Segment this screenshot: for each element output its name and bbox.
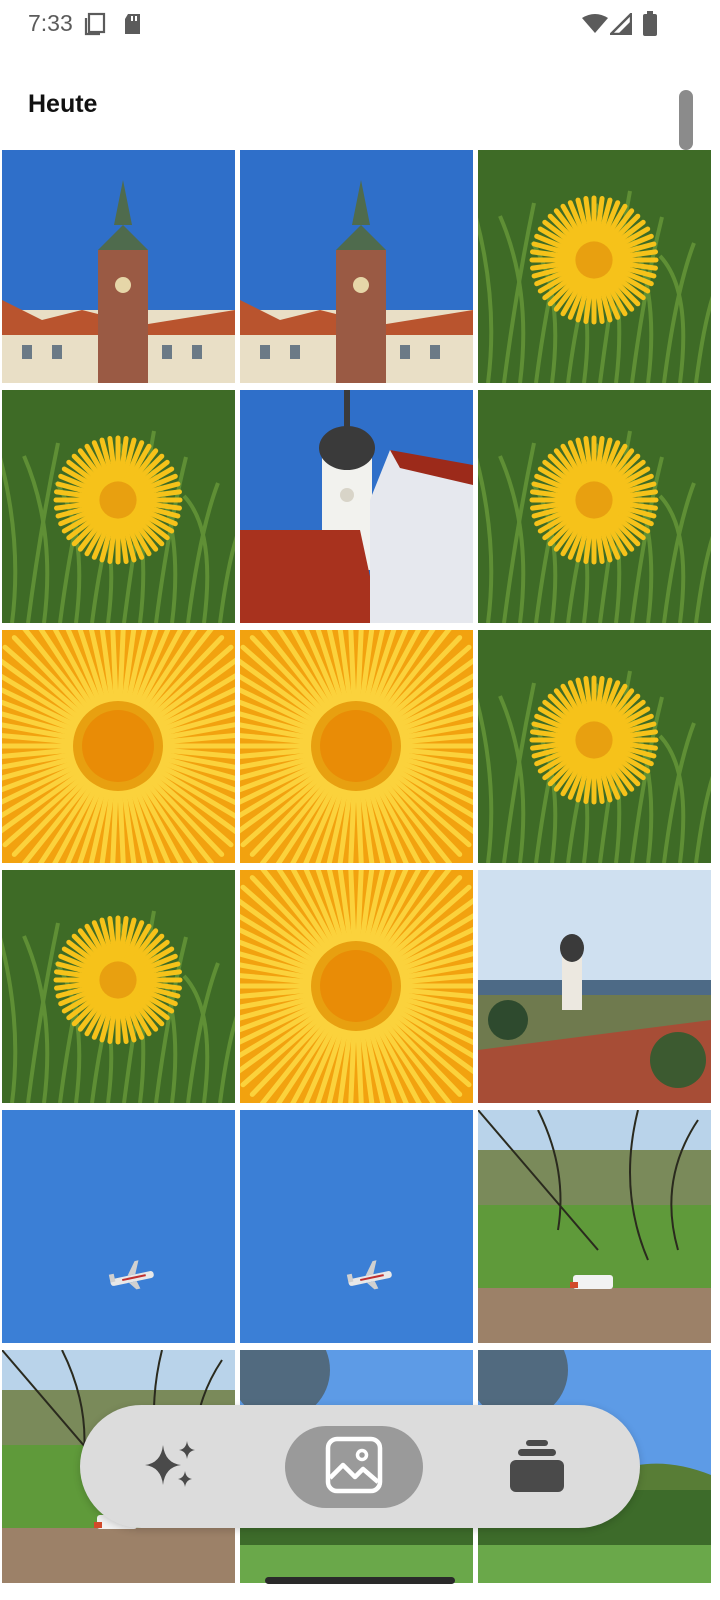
bottom-navigation (80, 1405, 640, 1528)
photo-thumbnail[interactable] (2, 150, 235, 383)
photo-image (2, 870, 235, 1103)
photo-thumbnail[interactable] (240, 870, 473, 1103)
cell-signal-icon (608, 11, 633, 40)
nav-button-photos[interactable] (285, 1426, 423, 1508)
gesture-handle (265, 1577, 455, 1584)
photo-thumbnail[interactable] (2, 630, 235, 863)
photo-thumbnail[interactable] (478, 390, 711, 623)
photo-image (478, 150, 711, 383)
photo-thumbnail[interactable] (2, 870, 235, 1103)
photo-image (2, 390, 235, 623)
photo-thumbnail[interactable] (478, 870, 711, 1103)
sparkles-icon (141, 1437, 201, 1498)
photo-image (478, 630, 711, 863)
photo-image (478, 870, 711, 1103)
nav-button-albums[interactable] (468, 1426, 606, 1508)
photo-thumbnail[interactable] (478, 150, 711, 383)
status-time: 7:33 (28, 10, 73, 36)
wifi-icon (582, 14, 608, 39)
photo-image (240, 390, 473, 623)
photo-thumbnail[interactable] (240, 630, 473, 863)
photo-grid (2, 150, 718, 1583)
screenshot-icon (84, 12, 106, 41)
photo-thumbnail[interactable] (478, 1110, 711, 1343)
scrollbar-thumb[interactable] (679, 90, 693, 150)
photo-thumbnail[interactable] (478, 630, 711, 863)
nav-button-explore[interactable] (102, 1426, 240, 1508)
photo-thumbnail[interactable] (2, 1110, 235, 1343)
sd-card-icon (123, 12, 143, 41)
section-header: Heute (0, 70, 720, 150)
photo-image (240, 1110, 473, 1343)
photo-image (240, 630, 473, 863)
photo-image (2, 1110, 235, 1343)
status-bar: 7:33 (0, 0, 720, 50)
battery-icon (643, 11, 657, 41)
photo-image (478, 390, 711, 623)
photo-image (478, 1110, 711, 1343)
photo-thumbnail[interactable] (2, 390, 235, 623)
photo-image (240, 870, 473, 1103)
photo-image (2, 150, 235, 383)
photo-thumbnail[interactable] (240, 1110, 473, 1343)
photo-image (240, 150, 473, 383)
section-title: Heute (28, 90, 98, 118)
stack-icon (507, 1436, 567, 1499)
photo-thumbnail[interactable] (240, 150, 473, 383)
photo-thumbnail[interactable] (240, 390, 473, 623)
photo-image (2, 630, 235, 863)
image-icon (325, 1436, 383, 1499)
